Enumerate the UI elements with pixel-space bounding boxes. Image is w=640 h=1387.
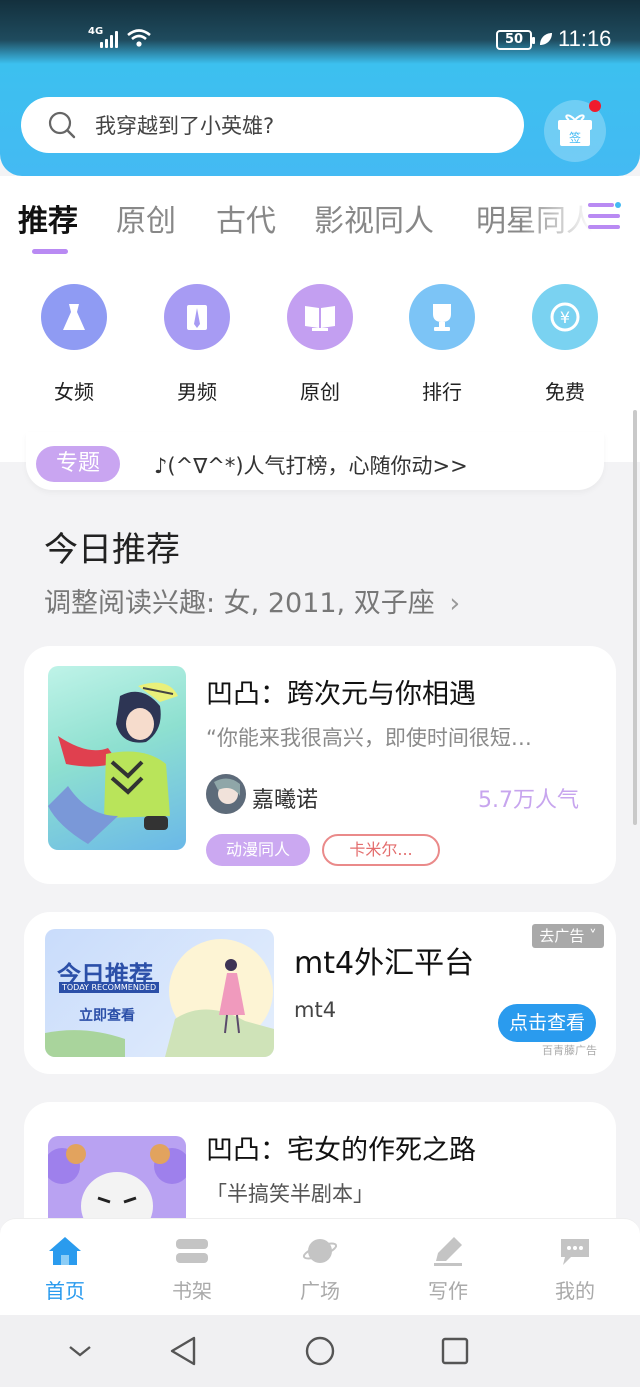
home-circle-icon[interactable]	[304, 1335, 336, 1367]
book-card[interactable]: 凹凸：跨次元与你相遇 “你能来我很高兴，即使时间很短… 嘉曦诺 5.7万人气 动…	[24, 646, 616, 884]
nav-me[interactable]: 我的	[525, 1231, 625, 1304]
reading-preferences-text: 调整阅读兴趣: 女, 2011, 双子座	[44, 588, 435, 619]
chevron-right-icon: ›	[449, 588, 461, 619]
category-label: 原创	[300, 380, 340, 404]
nav-square[interactable]: 广场	[270, 1231, 370, 1304]
category-label: 排行	[422, 380, 462, 404]
section-title: 今日推荐	[44, 530, 180, 570]
nav-bookshelf[interactable]: 书架	[142, 1231, 242, 1304]
ad-source: 百青藤广告	[542, 1044, 597, 1057]
remove-ad-label: 去广告	[539, 927, 585, 945]
book-tag[interactable]: 动漫同人	[206, 834, 310, 866]
tab-indicator	[32, 249, 68, 254]
search-placeholder: 我穿越到了小英雄?	[95, 114, 275, 138]
bottom-navigation: 首页 书架 广场 写作 我的	[0, 1218, 640, 1315]
book-title: 凹凸：宅女的作死之路	[206, 1135, 476, 1166]
book-description: “你能来我很高兴，即使时间很短…	[206, 726, 532, 750]
avatar	[206, 774, 246, 814]
nav-home[interactable]: 首页	[15, 1231, 115, 1304]
pen-icon	[398, 1231, 498, 1271]
remove-ad-button[interactable]: 去广告 ˅	[532, 924, 604, 948]
category-label: 女频	[54, 380, 94, 404]
wifi-icon	[127, 29, 151, 47]
author-name: 嘉曦诺	[252, 788, 319, 813]
signal-icon	[100, 30, 122, 48]
category-female[interactable]: 女频	[24, 284, 124, 405]
book-title: 凹凸：跨次元与你相遇	[206, 679, 476, 710]
ad-description: mt4	[294, 998, 337, 1022]
home-icon	[15, 1231, 115, 1271]
svg-text:¥: ¥	[560, 308, 570, 327]
search-icon	[48, 111, 76, 139]
checkin-button[interactable]: 签	[544, 100, 606, 162]
nav-label: 广场	[300, 1279, 340, 1303]
checkin-label: 签	[569, 130, 581, 145]
planet-icon	[270, 1231, 370, 1271]
ad-banner-cta: 立即查看	[79, 1008, 135, 1024]
tab-original[interactable]: 原创	[116, 196, 176, 240]
notification-dot	[589, 100, 601, 112]
book-icon	[287, 284, 353, 350]
tab-ancient[interactable]: 古代	[216, 196, 276, 240]
system-navigation-bar	[0, 1315, 640, 1387]
shirt-icon	[164, 284, 230, 350]
category-tabs: 推荐 原创 古代 影视同人 明星同人	[0, 176, 640, 256]
ad-banner-subtitle: TODAY RECOMMENDED	[59, 982, 160, 993]
topic-badge: 专题	[36, 446, 120, 482]
bookshelf-icon	[142, 1231, 242, 1271]
category-label: 免费	[545, 380, 585, 404]
nav-write[interactable]: 写作	[398, 1231, 498, 1304]
chevron-down-icon: ˅	[584, 927, 597, 945]
category-label: 男频	[177, 380, 217, 404]
nav-label: 首页	[45, 1279, 85, 1303]
ad-action-button[interactable]: 点击查看	[498, 1004, 596, 1042]
dress-icon	[41, 284, 107, 350]
tab-film-fanfic[interactable]: 影视同人	[314, 196, 434, 240]
tab-recommend[interactable]: 推荐	[18, 196, 78, 240]
search-bar[interactable]: 我穿越到了小英雄?	[21, 97, 524, 153]
tab-menu-icon[interactable]	[588, 201, 622, 231]
reading-preferences-link[interactable]: 调整阅读兴趣: 女, 2011, 双子座 ›	[44, 581, 460, 620]
category-male[interactable]: 男频	[147, 284, 247, 405]
popularity: 5.7万人气	[478, 788, 579, 813]
recent-apps-icon[interactable]	[440, 1336, 470, 1366]
ad-banner: 今日推荐 TODAY RECOMMENDED 立即查看	[45, 929, 274, 1057]
nav-label: 书架	[172, 1279, 212, 1303]
nav-label: 写作	[428, 1279, 468, 1303]
trophy-icon	[409, 284, 475, 350]
ad-title: mt4外汇平台	[294, 946, 475, 981]
ad-card[interactable]: 今日推荐 TODAY RECOMMENDED 立即查看 mt4外汇平台 mt4	[24, 912, 616, 1074]
collapse-icon[interactable]	[66, 1341, 94, 1361]
status-bar: 4G 50 11:16	[0, 0, 640, 64]
battery-indicator: 50	[496, 30, 535, 50]
chat-bubble-icon	[525, 1231, 625, 1271]
power-saving-icon	[540, 33, 552, 45]
category-ranking[interactable]: 排行	[392, 284, 492, 405]
yuan-coin-icon: ¥	[532, 284, 598, 350]
nav-label: 我的	[555, 1279, 595, 1303]
book-cover	[48, 666, 186, 850]
category-original[interactable]: 原创	[270, 284, 370, 405]
back-icon[interactable]	[168, 1335, 198, 1367]
book-tag[interactable]: 卡米尔...	[322, 834, 440, 866]
tabs-fade	[520, 176, 640, 256]
scrollbar[interactable]	[633, 410, 637, 825]
clock: 11:16	[558, 26, 612, 51]
category-free[interactable]: ¥ 免费	[515, 284, 615, 405]
topic-text[interactable]: ♪(^∇^*)人气打榜，心随你动>>	[154, 450, 468, 480]
book-description: 「半搞笑半剧本」	[206, 1182, 374, 1206]
